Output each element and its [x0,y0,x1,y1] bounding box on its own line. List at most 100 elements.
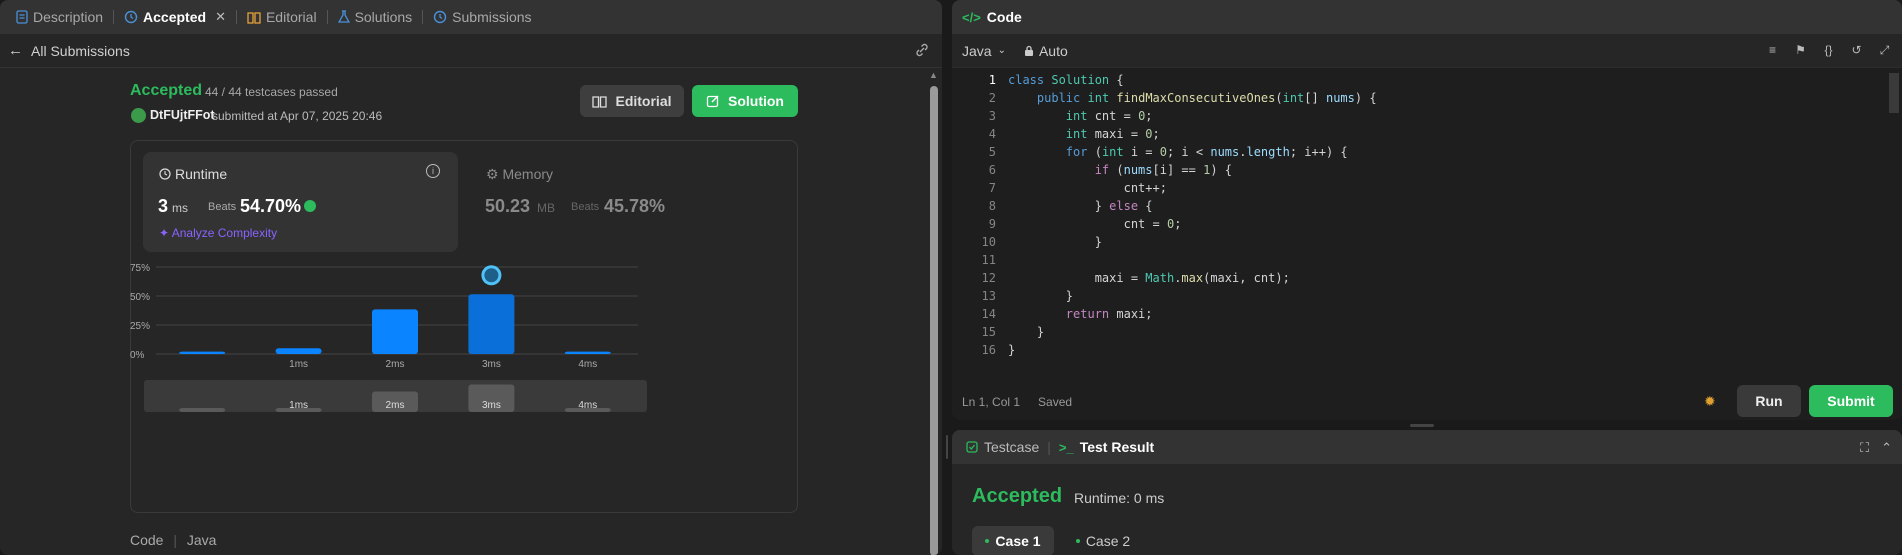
terminal-icon: >_ [1058,439,1074,455]
arrow-left-icon[interactable]: ← [8,42,23,59]
tab-description-label: Description [33,9,104,25]
chart-bar [372,309,418,354]
tab-submissions[interactable]: Submissions [427,9,537,25]
memory-label: Memory [502,166,554,182]
bookmark-icon[interactable]: ⚑ [1793,43,1808,57]
test-result-panel: Testcase | >_ Test Result ⛶ ⌃ Accepted R… [952,430,1902,555]
user-marker-inner [484,268,499,283]
chevron-up-icon[interactable]: ⌃ [1881,440,1892,456]
chart-bar [179,351,226,354]
expand-icon[interactable]: ⤢ [1877,43,1892,57]
close-icon[interactable]: ✕ [215,9,226,25]
language-select[interactable]: Java ⌄ [962,43,1006,59]
code-footer-label: Code [130,532,164,548]
avatar[interactable] [131,108,146,123]
code-line[interactable]: 11 [952,253,1892,271]
editorial-button-label: Editorial [615,93,672,109]
chevron-down-icon: ⌄ [997,45,1006,56]
tab-testcase[interactable]: Testcase [966,439,1039,455]
code-line[interactable]: 16} [952,343,1892,361]
code-line[interactable]: 1 class Solution { [952,73,1892,91]
code-line[interactable]: 8 } else { [952,199,1892,217]
code-line[interactable]: 6 if (nums[i] == 1) { [952,163,1892,181]
code-line[interactable]: 9 cnt = 0; [952,217,1892,235]
code-text: cnt++; [1008,181,1167,195]
analyze-complexity-link[interactable]: ✦ Analyze Complexity [159,226,277,240]
code-line[interactable]: 4 int maxi = 0; [952,127,1892,145]
tab-divider [326,10,328,24]
code-line[interactable]: 15 } [952,325,1892,343]
case-2-label: Case 2 [1085,533,1131,549]
reset-icon[interactable]: ↺ [1849,43,1864,57]
braces-icon[interactable]: {} [1821,43,1836,57]
all-submissions-link[interactable]: ← All Submissions [0,34,942,68]
tab-editorial[interactable]: Editorial [241,9,323,25]
y-tick-label: 50% [130,292,150,303]
clock-icon [159,168,171,180]
solution-button[interactable]: Solution [692,85,798,117]
case-2-tab[interactable]: Case 2 [1062,526,1144,555]
line-number: 11 [981,253,996,267]
line-number: 10 [981,235,996,249]
tab-test-result[interactable]: >_ Test Result [1059,439,1154,455]
runtime-distribution-chart[interactable]: 0% 25% 50% 75% 1ms 2ms 3ms 4ms 1ms 2ms 3ms 4ms [130,255,798,505]
overview-bar [179,408,226,412]
tab-accepted[interactable]: Accepted ✕ [118,9,232,25]
code-line[interactable]: 3 int cnt = 0; [952,109,1892,127]
chart-bar [468,294,515,354]
memory-header[interactable]: ⚙ Memory [486,166,553,183]
code-line[interactable]: 10 } [952,235,1892,253]
run-button[interactable]: Run [1737,385,1801,417]
panel-resize-handle[interactable] [1410,424,1434,427]
code-line[interactable]: 2 public int findMaxConsecutiveOnes(int[… [952,91,1892,109]
code-line[interactable]: 7 cnt++; [952,181,1892,199]
line-number: 3 [988,109,996,123]
auto-mode-toggle[interactable]: Auto [1024,43,1068,59]
overview-label: 4ms [578,400,597,411]
info-icon[interactable]: i [426,164,440,178]
test-result-runtime: Runtime: 0 ms [1074,490,1165,506]
line-number: 14 [981,307,996,321]
scroll-up-icon[interactable]: ▲ [929,70,938,80]
debug-icon[interactable]: ✹ [1704,393,1716,410]
link-icon[interactable] [914,42,930,58]
code-line[interactable]: 14 return maxi; [952,307,1892,325]
language-value: Java [962,42,992,59]
editor-scrollbar[interactable] [1889,73,1899,113]
memory-unit: MB [537,201,555,215]
submitted-time: submitted at Apr 07, 2025 20:46 [212,109,383,123]
history-icon [433,10,447,24]
code-line[interactable]: 12 maxi = Math.max(maxi, cnt); [952,271,1892,289]
runtime-value: 3 [158,196,169,216]
vertical-resize-handle[interactable] [946,435,948,459]
all-submissions-label: All Submissions [31,42,130,59]
history-icon [124,10,138,24]
tab-divider [113,10,115,24]
code-text: } else { [1008,199,1153,213]
x-tick-label: 1ms [289,359,308,370]
fullscreen-icon[interactable]: ⛶ [1860,440,1869,456]
scrollbar[interactable] [930,86,938,555]
editorial-button[interactable]: Editorial [580,85,684,117]
cursor-position: Ln 1, Col 1 [962,395,1021,409]
overview-label: 2ms [386,400,405,411]
code-line[interactable]: 5 for (int i = 0; i < nums.length; i++) … [952,145,1892,163]
tab-testcase-label: Testcase [984,439,1040,455]
runtime-label: Runtime [175,166,228,182]
line-number: 8 [988,199,996,213]
code-text: } [1008,325,1045,339]
submit-button[interactable]: Submit [1809,385,1893,417]
editor-status-bar: Ln 1, Col 1 Saved [962,395,1072,409]
y-tick-label: 25% [130,321,150,332]
test-result-status: Accepted [972,485,1063,507]
username[interactable]: DtFUjtFFot [150,108,215,122]
format-icon[interactable]: ≡ [1765,43,1780,57]
tab-solutions[interactable]: Solutions [332,9,419,25]
runtime-header: Runtime [159,166,227,182]
code-line[interactable]: 13 } [952,289,1892,307]
editor-toolbar: Java ⌄ Auto [952,34,1902,68]
case-1-tab[interactable]: Case 1 [972,526,1054,555]
tab-divider: | [1047,439,1051,455]
tab-description[interactable]: Description [10,9,109,25]
code-editor[interactable]: 1 class Solution {2 public int findMaxCon… [952,73,1902,373]
